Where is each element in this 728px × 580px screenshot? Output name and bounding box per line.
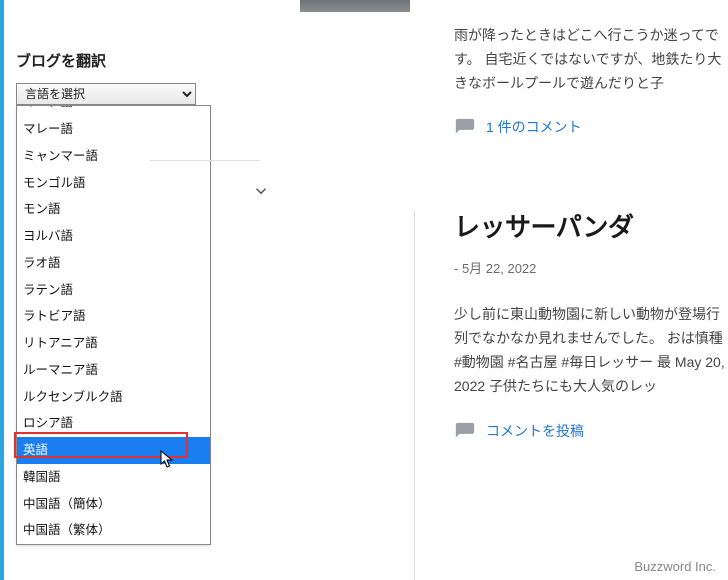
language-option[interactable]: 中国語（簡体） (17, 491, 210, 518)
main-column: 雨が降ったときはどこへ行こうか迷ってです。 自宅近くではないですが、地鉄たり大き… (432, 0, 728, 580)
translate-widget: ブログを翻訳 言語を選択 マラーティー語マラガシ語マラヤーラム語マルタ語マレー語… (16, 50, 286, 105)
comment-row: 1 件のコメント (454, 117, 728, 137)
language-option[interactable]: モンゴル語 (17, 170, 210, 197)
language-option[interactable]: ラオ語 (17, 250, 210, 277)
language-option[interactable]: マレー語 (17, 116, 210, 143)
chevron-down-icon (252, 182, 270, 205)
post-body: 雨が降ったときはどこへ行こうか迷ってです。 自宅近くではないですが、地鉄たり大き… (454, 24, 728, 95)
footer-text: Buzzword Inc. (634, 559, 716, 574)
post-date: - 5月 22, 2022 (454, 258, 728, 277)
language-option[interactable]: マルタ語 (17, 105, 210, 116)
post-top: 雨が降ったときはどこへ行こうか迷ってです。 自宅近くではないですが、地鉄たり大き… (432, 24, 728, 137)
language-option[interactable]: 英語 (17, 437, 210, 464)
language-option[interactable]: ヨルバ語 (17, 223, 210, 250)
language-option[interactable]: ルクセンブルク語 (17, 384, 210, 411)
post-title: レッサーパンダ (454, 207, 728, 244)
language-select-wrap: 言語を選択 マラーティー語マラガシ語マラヤーラム語マルタ語マレー語ミャンマー語モ… (16, 83, 196, 105)
sidebar-divider (150, 160, 260, 161)
widget-title: ブログを翻訳 (16, 50, 286, 71)
language-option[interactable]: ロシア語 (17, 410, 210, 437)
header-strip (300, 0, 410, 12)
post-second: レッサーパンダ - 5月 22, 2022 少し前に東山動物園に新しい動物が登場… (432, 207, 728, 440)
column-separator (414, 210, 415, 580)
comment-link[interactable]: 1 件のコメント (486, 117, 582, 137)
language-option[interactable]: ミャンマー語 (17, 143, 210, 170)
language-option[interactable]: ラトビア語 (17, 303, 210, 330)
comment-icon (454, 117, 476, 137)
post-body: 少し前に東山動物園に新しい動物が登場行列でなかなか見れませんでした。 おは慎種 … (454, 303, 728, 398)
language-option[interactable]: モン語 (17, 196, 210, 223)
language-option[interactable]: ルーマニア語 (17, 357, 210, 384)
language-option[interactable]: 韓国語 (17, 464, 210, 491)
post-comment-link[interactable]: コメントを投稿 (486, 421, 584, 441)
language-option[interactable]: 中国語（繁体） (17, 517, 210, 544)
language-option[interactable]: リトアニア語 (17, 330, 210, 357)
comment-icon (454, 421, 476, 441)
left-accent-border (0, 0, 4, 580)
language-dropdown[interactable]: マラーティー語マラガシ語マラヤーラム語マルタ語マレー語ミャンマー語モンゴル語モン… (16, 105, 211, 545)
language-select[interactable]: 言語を選択 (16, 83, 196, 105)
language-option[interactable]: ラテン語 (17, 277, 210, 304)
comment-row: コメントを投稿 (454, 421, 728, 441)
